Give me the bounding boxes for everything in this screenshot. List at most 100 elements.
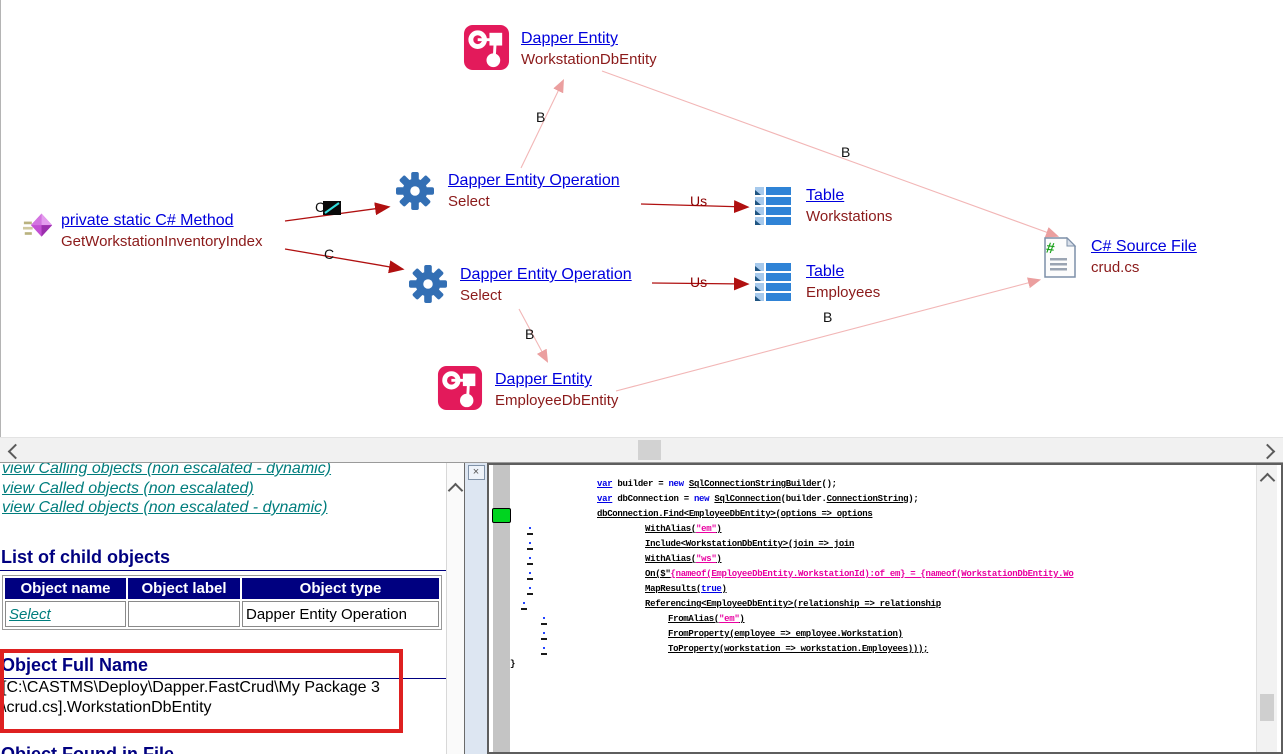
object-report-panel: view Calling objects (non escalated - dy…: [0, 463, 464, 754]
code-link-segment[interactable]: dbConnection.Find<EmployeeDbEntity>(opti…: [597, 509, 872, 519]
table-workstations-icon[interactable]: [752, 184, 794, 226]
node-labels-source-file: C# Source Filecrud.cs: [1091, 237, 1197, 278]
scroll-up-icon[interactable]: [448, 483, 464, 499]
code-text: new: [694, 494, 709, 504]
scroll-left-icon[interactable]: [8, 444, 24, 460]
code-link-segment[interactable]: MapResults(: [645, 584, 701, 594]
node-labels-table-workstations: TableWorkstations: [806, 186, 892, 227]
horizontal-scrollbar-thumb[interactable]: [638, 440, 661, 460]
line-bookmark-dot[interactable]: [541, 648, 547, 655]
entity-workstation-icon[interactable]: [463, 24, 510, 71]
panel-divider[interactable]: ×: [464, 463, 487, 754]
report-links: view Calling objects (non escalated - dy…: [2, 463, 331, 518]
scroll-up-icon[interactable]: [1260, 473, 1276, 489]
line-bookmark-dot[interactable]: [527, 528, 533, 535]
code-link-segment[interactable]: "em": [696, 524, 716, 534]
child-objects-heading: List of child objects: [0, 547, 454, 571]
entity-employee-icon[interactable]: [437, 365, 483, 411]
view-objects-link[interactable]: view Called objects (non escalated): [2, 479, 331, 499]
line-bookmark-dot[interactable]: [527, 543, 533, 550]
operation-select-2-icon[interactable]: [409, 265, 447, 303]
source-file-icon[interactable]: #: [1042, 237, 1078, 278]
operation-select-1-icon[interactable]: [396, 172, 434, 210]
code-link-segment[interactable]: var: [597, 479, 612, 489]
edge-label: B: [525, 326, 534, 342]
code-link-segment[interactable]: "ws": [696, 554, 716, 564]
code-line: MapResults(true): [510, 582, 727, 597]
node-name-operation-select-1: Select: [448, 191, 620, 212]
node-labels-method: private static C# MethodGetWorkstationIn…: [61, 211, 263, 252]
node-labels-operation-select-1: Dapper Entity OperationSelect: [448, 171, 620, 212]
code-link-segment[interactable]: {nameof(EmployeeDbEntity.WorkstationId):…: [671, 569, 1074, 579]
code-link-segment[interactable]: ): [716, 554, 721, 564]
line-bookmark-dot[interactable]: [527, 558, 533, 565]
node-link-method[interactable]: private static C# Method: [61, 211, 263, 231]
code-link-segment[interactable]: SqlConnection: [714, 494, 780, 504]
report-vertical-scrollbar[interactable]: [446, 463, 464, 754]
code-link-segment[interactable]: FromAlias(: [668, 614, 719, 624]
edge-label: Us: [690, 274, 707, 290]
view-objects-link[interactable]: view Calling objects (non escalated - dy…: [2, 463, 331, 479]
code-link-segment[interactable]: true: [701, 584, 721, 594]
code-link-segment[interactable]: ): [722, 584, 727, 594]
node-name-operation-select-2: Select: [460, 285, 632, 306]
child-object-link[interactable]: Select: [9, 606, 51, 623]
node-link-source-file[interactable]: C# Source File: [1091, 237, 1197, 257]
object-full-name-value: [C:\CASTMS\Deploy\Dapper.FastCrud\My Pac…: [2, 678, 380, 718]
dependency-graph-canvas[interactable]: CCBUsUsBBB private static C# MethodGetWo…: [0, 0, 1283, 437]
column-header: Object name: [5, 578, 126, 599]
node-labels-entity-workstation: Dapper EntityWorkstationDbEntity: [521, 29, 657, 70]
code-link-segment[interactable]: SqlConnectionStringBuilder: [689, 479, 822, 489]
edge-line: [285, 249, 402, 269]
edge-label: C: [324, 246, 334, 262]
line-bookmark-dot[interactable]: [541, 618, 547, 625]
code-link-segment[interactable]: "em": [719, 614, 739, 624]
edge-label: B: [536, 109, 545, 125]
cell-object-name: Select: [5, 601, 126, 627]
node-link-operation-select-2[interactable]: Dapper Entity Operation: [460, 265, 632, 285]
code-link-segment[interactable]: On($": [645, 569, 671, 579]
view-objects-link[interactable]: view Called objects (non escalated - dyn…: [2, 498, 331, 518]
node-name-table-employees: Employees: [806, 282, 880, 303]
code-line: var dbConnection = new SqlConnection(bui…: [510, 492, 918, 507]
node-labels-operation-select-2: Dapper Entity OperationSelect: [460, 265, 632, 306]
method-icon[interactable]: [23, 210, 53, 242]
scroll-right-icon[interactable]: [1260, 444, 1276, 460]
diagram-horizontal-scrollbar[interactable]: [0, 437, 1283, 463]
code-link-segment[interactable]: Include<WorkstationDbEntity>(join => joi…: [645, 539, 854, 549]
node-name-table-workstations: Workstations: [806, 206, 892, 227]
line-bookmark-dot[interactable]: [527, 588, 533, 595]
code-line: On($"{nameof(EmployeeDbEntity.Workstatio…: [510, 567, 1074, 582]
node-link-entity-employee[interactable]: Dapper Entity: [495, 370, 618, 390]
code-link-segment[interactable]: Referencing<EmployeeDbEntity>(relationsh…: [645, 599, 941, 609]
child-objects-table: Object nameObject labelObject type Selec…: [2, 575, 442, 630]
code-link-segment[interactable]: WithAlias(: [645, 554, 696, 564]
bottom-panels: view Calling objects (non escalated - dy…: [0, 463, 1283, 754]
table-header-row: Object nameObject labelObject type: [5, 578, 439, 599]
node-link-table-employees[interactable]: Table: [806, 262, 880, 282]
code-line: ToProperty(workstation => workstation.Em…: [510, 642, 928, 657]
line-bookmark-dot[interactable]: [541, 633, 547, 640]
code-link-segment[interactable]: FromProperty(employee => employee.Workst…: [668, 629, 903, 639]
line-bookmark-dot[interactable]: [521, 603, 527, 610]
edge-label: Us: [690, 193, 707, 209]
node-link-entity-workstation[interactable]: Dapper Entity: [521, 29, 657, 49]
source-code-panel[interactable]: var builder = new SqlConnectionStringBui…: [487, 463, 1283, 754]
code-line: WithAlias("em"): [510, 522, 722, 537]
table-employees-icon[interactable]: [752, 260, 794, 302]
node-name-source-file: crud.cs: [1091, 257, 1197, 278]
cell-object-label: [128, 601, 240, 627]
code-link-segment[interactable]: ): [716, 524, 721, 534]
line-bookmark-dot[interactable]: [527, 573, 533, 580]
node-link-operation-select-1[interactable]: Dapper Entity Operation: [448, 171, 620, 191]
code-link-segment[interactable]: ): [739, 614, 744, 624]
code-vertical-scrollbar[interactable]: [1256, 465, 1277, 752]
code-link-segment[interactable]: ConnectionString: [827, 494, 909, 504]
column-header: Object label: [128, 578, 240, 599]
code-link-segment[interactable]: var: [597, 494, 612, 504]
close-icon[interactable]: ×: [468, 465, 485, 480]
code-link-segment[interactable]: WithAlias(: [645, 524, 696, 534]
code-link-segment[interactable]: ToProperty(workstation => workstation.Em…: [668, 644, 928, 654]
code-scrollbar-thumb[interactable]: [1260, 694, 1274, 721]
node-link-table-workstations[interactable]: Table: [806, 186, 892, 206]
